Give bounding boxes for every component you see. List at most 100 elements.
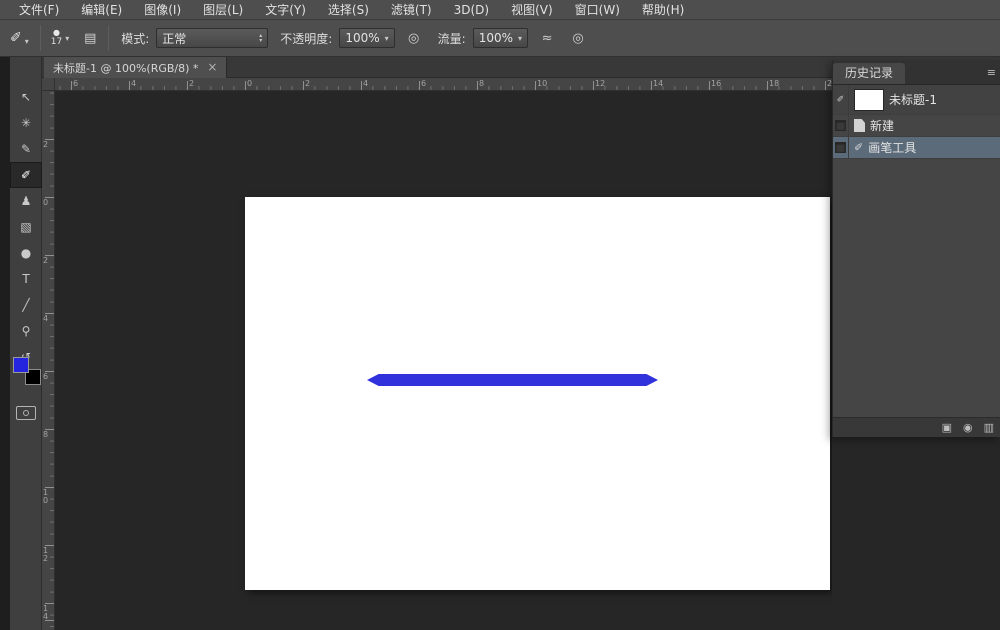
brush-tip-preview: ● 17 <box>51 29 62 47</box>
ruler-number: 4 <box>363 79 368 88</box>
brush-tip-icon: ● <box>53 29 60 37</box>
panel-dock-strip <box>0 57 10 630</box>
menu-item[interactable]: 3D(D) <box>443 0 500 20</box>
snapshot-thumbnail <box>854 89 884 111</box>
ruler-number: 18 <box>769 79 779 88</box>
close-tab-icon[interactable]: × <box>207 62 217 73</box>
chevron-down-icon: ▾ <box>65 34 69 43</box>
document-title: 未标题-1 @ 100%(RGB/8) * <box>53 60 198 76</box>
menu-item[interactable]: 滤镜(T) <box>380 0 443 20</box>
ruler-number: 0 <box>43 199 51 207</box>
eyedropper-tool[interactable]: ✎ <box>10 136 42 162</box>
opacity-pressure-button[interactable]: ◎ <box>402 27 426 49</box>
flow-label: 流量: <box>438 30 466 47</box>
menu-item[interactable]: 图像(I) <box>133 0 192 20</box>
line-tool[interactable]: ╱ <box>10 292 42 318</box>
ruler-number: 2 <box>189 79 194 88</box>
quick-mask-button[interactable] <box>16 406 36 420</box>
gradient-tool-icon: ▧ <box>20 220 31 234</box>
ruler-number: 8 <box>43 431 51 439</box>
menu-item[interactable]: 文字(Y) <box>254 0 317 20</box>
opacity-value: 100% <box>345 31 379 45</box>
magic-wand-tool[interactable]: ✳ <box>10 110 42 136</box>
ruler-corner[interactable] <box>42 78 55 91</box>
clone-stamp-tool-icon: ♟ <box>21 194 32 208</box>
menu-item[interactable]: 窗口(W) <box>564 0 631 20</box>
ruler-number: 10 <box>537 79 547 88</box>
brush-tool-icon: ✐ <box>21 168 31 182</box>
menu-item[interactable]: 帮助(H) <box>631 0 695 20</box>
history-brush-source-checkbox[interactable] <box>833 115 849 136</box>
blur-tool-icon: ● <box>21 246 31 260</box>
vertical-ruler[interactable]: 202468101214 <box>42 91 55 630</box>
history-tab[interactable]: 历史记录 <box>833 63 905 84</box>
ruler-number: 4 <box>131 79 136 88</box>
canvas-area[interactable] <box>55 91 832 630</box>
chevron-down-icon: ▾ <box>518 34 522 43</box>
flow-select[interactable]: 100% ▾ <box>473 28 528 48</box>
magic-wand-tool-icon: ✳ <box>21 116 31 130</box>
brush-tool-icon: ✐ <box>10 30 22 46</box>
ruler-number: 6 <box>73 79 78 88</box>
tool-preset-picker[interactable]: ✐ ▾ <box>6 28 33 48</box>
foreground-color-swatch[interactable] <box>13 357 29 373</box>
new-document-from-state-icon[interactable]: ▣ <box>942 421 952 434</box>
history-panel-footer: ▣ ◉ ▥ <box>833 417 1000 437</box>
history-state-list: ✐未标题-1 新建 ✐画笔工具 <box>833 85 1000 417</box>
type-tool-icon: T <box>22 272 29 286</box>
zoom-tool[interactable]: ⚲ <box>10 318 42 344</box>
mode-select[interactable]: 正常 ▴▾ <box>156 28 268 48</box>
type-tool[interactable]: T <box>10 266 42 292</box>
opacity-select[interactable]: 100% ▾ <box>339 28 394 48</box>
move-tool-icon: ↖ <box>21 90 31 104</box>
gradient-tool[interactable]: ▧ <box>10 214 42 240</box>
history-item-label: 新建 <box>870 117 894 134</box>
menu-item[interactable]: 文件(F) <box>8 0 70 20</box>
pen-pressure-icon: ◎ <box>572 31 583 46</box>
brush-tool[interactable]: ✐ <box>10 162 42 188</box>
stepper-arrows-icon: ▴▾ <box>259 33 262 43</box>
panel-menu-icon[interactable]: ≡ <box>987 66 996 79</box>
ruler-number: 16 <box>711 79 721 88</box>
quick-mask-icon <box>23 410 29 416</box>
blur-tool[interactable]: ● <box>10 240 42 266</box>
tools-panel: ↖✳✎✐♟▧●T╱⚲↺ <box>10 57 42 630</box>
ruler-number: 2 <box>43 257 51 265</box>
horizontal-ruler[interactable]: 64202468101214161820 <box>55 78 832 91</box>
new-snapshot-camera-icon[interactable]: ◉ <box>963 421 973 434</box>
history-panel-header: 历史记录 ≡ <box>833 60 1000 85</box>
menu-item[interactable]: 编辑(E) <box>70 0 133 20</box>
toggle-brush-panel-button[interactable]: ▤ <box>79 27 101 49</box>
size-pressure-button[interactable]: ◎ <box>566 27 590 49</box>
menu-item[interactable]: 图层(L) <box>192 0 254 20</box>
menu-item[interactable]: 选择(S) <box>317 0 380 20</box>
history-state-row[interactable]: 新建 <box>833 115 1000 137</box>
document-tab[interactable]: 未标题-1 @ 100%(RGB/8) * × <box>44 57 227 78</box>
opacity-label: 不透明度: <box>280 30 332 47</box>
history-state-row[interactable]: ✐画笔工具 <box>833 137 1000 159</box>
ruler-number: 2 <box>43 141 51 149</box>
ruler-number: 8 <box>479 79 484 88</box>
photoshop-window: 文件(F)编辑(E)图像(I)图层(L)文字(Y)选择(S)滤镜(T)3D(D)… <box>0 0 1000 630</box>
history-brush-source-icon[interactable]: ✐ <box>833 85 849 114</box>
history-panel: 历史记录 ≡ ✐未标题-1 新建 ✐画笔工具 ▣ ◉ ▥ <box>832 60 1000 437</box>
move-tool[interactable]: ↖ <box>10 84 42 110</box>
document-canvas[interactable] <box>245 197 830 590</box>
history-brush-source-checkbox[interactable] <box>833 137 849 158</box>
tool-list: ↖✳✎✐♟▧●T╱⚲↺ <box>10 84 41 370</box>
line-tool-icon: ╱ <box>22 298 29 312</box>
airbrush-button[interactable]: ≈ <box>535 27 559 49</box>
ruler-number: 6 <box>43 373 51 381</box>
delete-state-icon[interactable]: ▥ <box>984 421 994 434</box>
options-separator <box>108 25 109 51</box>
brush-preset-picker[interactable]: ● 17 ▾ <box>48 29 72 47</box>
clone-stamp-tool[interactable]: ♟ <box>10 188 42 214</box>
ruler-number: 6 <box>421 79 426 88</box>
menu-bar: 文件(F)编辑(E)图像(I)图层(L)文字(Y)选择(S)滤镜(T)3D(D)… <box>0 0 1000 20</box>
color-swatches <box>13 357 41 385</box>
menu-item[interactable]: 视图(V) <box>500 0 564 20</box>
brush-panel-icon: ▤ <box>84 31 96 46</box>
options-bar: ✐ ▾ ● 17 ▾ ▤ 模式: 正常 ▴▾ 不透明度: 100% ▾ ◎ <box>0 20 1000 57</box>
ruler-number: 14 <box>653 79 663 88</box>
history-snapshot-row[interactable]: ✐未标题-1 <box>833 85 1000 115</box>
